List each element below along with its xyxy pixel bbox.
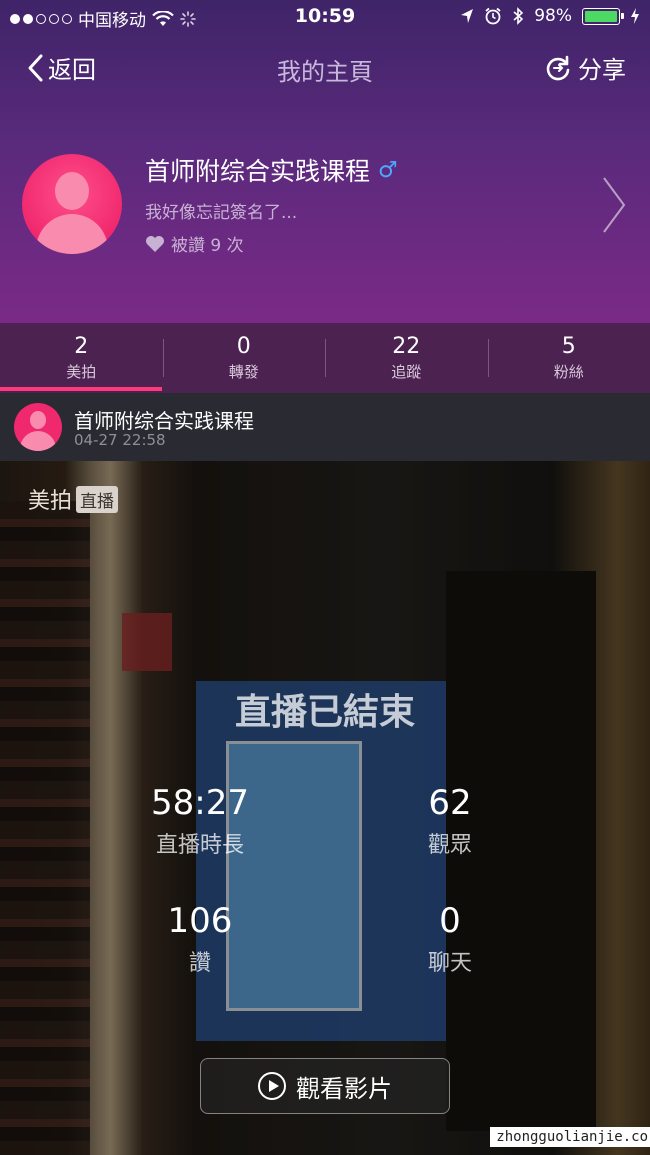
post-timestamp: 04-27 22:58 — [74, 431, 166, 449]
metric-value: 58:27 — [151, 783, 249, 823]
alarm-icon — [485, 7, 501, 25]
stat-label: 美拍 — [66, 363, 97, 381]
bluetooth-icon — [513, 7, 524, 25]
status-bar: 中国移动 10:59 98% — [0, 0, 650, 34]
metric-label: 讚 — [188, 951, 211, 976]
share-refresh-icon — [546, 55, 570, 80]
play-icon — [258, 1072, 286, 1100]
metric-likes: 106 讚 — [120, 901, 280, 977]
stat-label: 轉發 — [228, 363, 259, 381]
metric-chats: 0 聊天 — [370, 901, 530, 977]
profile-bio: 我好像忘記簽名了... — [145, 203, 298, 223]
stat-tab-meipai[interactable]: 2 美拍 — [0, 323, 163, 393]
video-overlay — [0, 461, 650, 1155]
post-author-avatar[interactable] — [14, 403, 62, 451]
stat-label: 追蹤 — [391, 363, 422, 381]
post-header: 首师附综合实践课程 04-27 22:58 — [0, 393, 650, 461]
profile-name: 首师附综合实践课程 — [145, 157, 371, 186]
metric-label: 聊天 — [427, 951, 472, 976]
battery-icon — [582, 7, 624, 25]
share-label: 分享 — [578, 56, 626, 84]
stat-tab-followers[interactable]: 5 粉絲 — [487, 323, 650, 393]
live-ended-title: 直播已結束 — [234, 692, 415, 733]
navigation-bar: 返回 我的主頁 分享 — [0, 40, 650, 94]
charging-bolt-icon — [631, 8, 639, 24]
heart-icon — [146, 235, 164, 252]
watch-video-button[interactable]: 觀看影片 — [200, 1058, 450, 1114]
live-badge: 直播 — [76, 485, 119, 513]
gender-male-icon: ♂ — [378, 157, 398, 183]
stat-count: 5 — [561, 334, 576, 359]
metric-duration: 58:27 直播時長 — [120, 783, 280, 859]
profile-name-row: 首师附综合实践课程 ♂ — [145, 152, 398, 188]
stat-tab-reposts[interactable]: 0 轉發 — [162, 323, 326, 393]
metric-value: 62 — [428, 783, 472, 823]
watermark: zhongguolianjie.co — [490, 1127, 650, 1147]
watch-video-label: 觀看影片 — [296, 1074, 392, 1103]
likes-count-text: 被讚 9 次 — [171, 236, 244, 256]
profile-detail-chevron-icon[interactable] — [600, 176, 628, 234]
share-button[interactable]: 分享 — [544, 50, 626, 85]
active-tab-indicator — [0, 387, 162, 391]
profile-stats-bar: 2 美拍 0 轉發 22 追蹤 5 粉絲 — [0, 323, 650, 393]
location-arrow-icon — [461, 9, 474, 23]
profile-likes: 被讚 9 次 — [145, 231, 244, 256]
profile-avatar[interactable] — [22, 154, 122, 254]
app-label: 美拍 — [28, 489, 73, 514]
post-author-name[interactable]: 首师附综合实践课程 — [74, 405, 254, 434]
video-source-label: 美拍 直播 — [28, 483, 119, 515]
stat-tab-following[interactable]: 22 追蹤 — [325, 323, 488, 393]
battery-percent: 98% — [534, 6, 572, 26]
metric-value: 0 — [439, 901, 461, 941]
metric-value: 106 — [167, 901, 233, 941]
metric-label: 直播時長 — [155, 833, 244, 858]
metric-viewers: 62 觀眾 — [370, 783, 530, 859]
stat-count: 22 — [392, 334, 421, 359]
live-replay-card[interactable]: 美拍 直播 直播已結束 58:27 直播時長 62 觀眾 106 讚 0 聊天 … — [0, 461, 650, 1155]
stat-count: 0 — [236, 334, 251, 359]
status-right: 98% — [460, 6, 640, 26]
metric-label: 觀眾 — [427, 833, 472, 858]
stat-label: 粉絲 — [553, 363, 584, 381]
stat-count: 2 — [74, 334, 89, 359]
